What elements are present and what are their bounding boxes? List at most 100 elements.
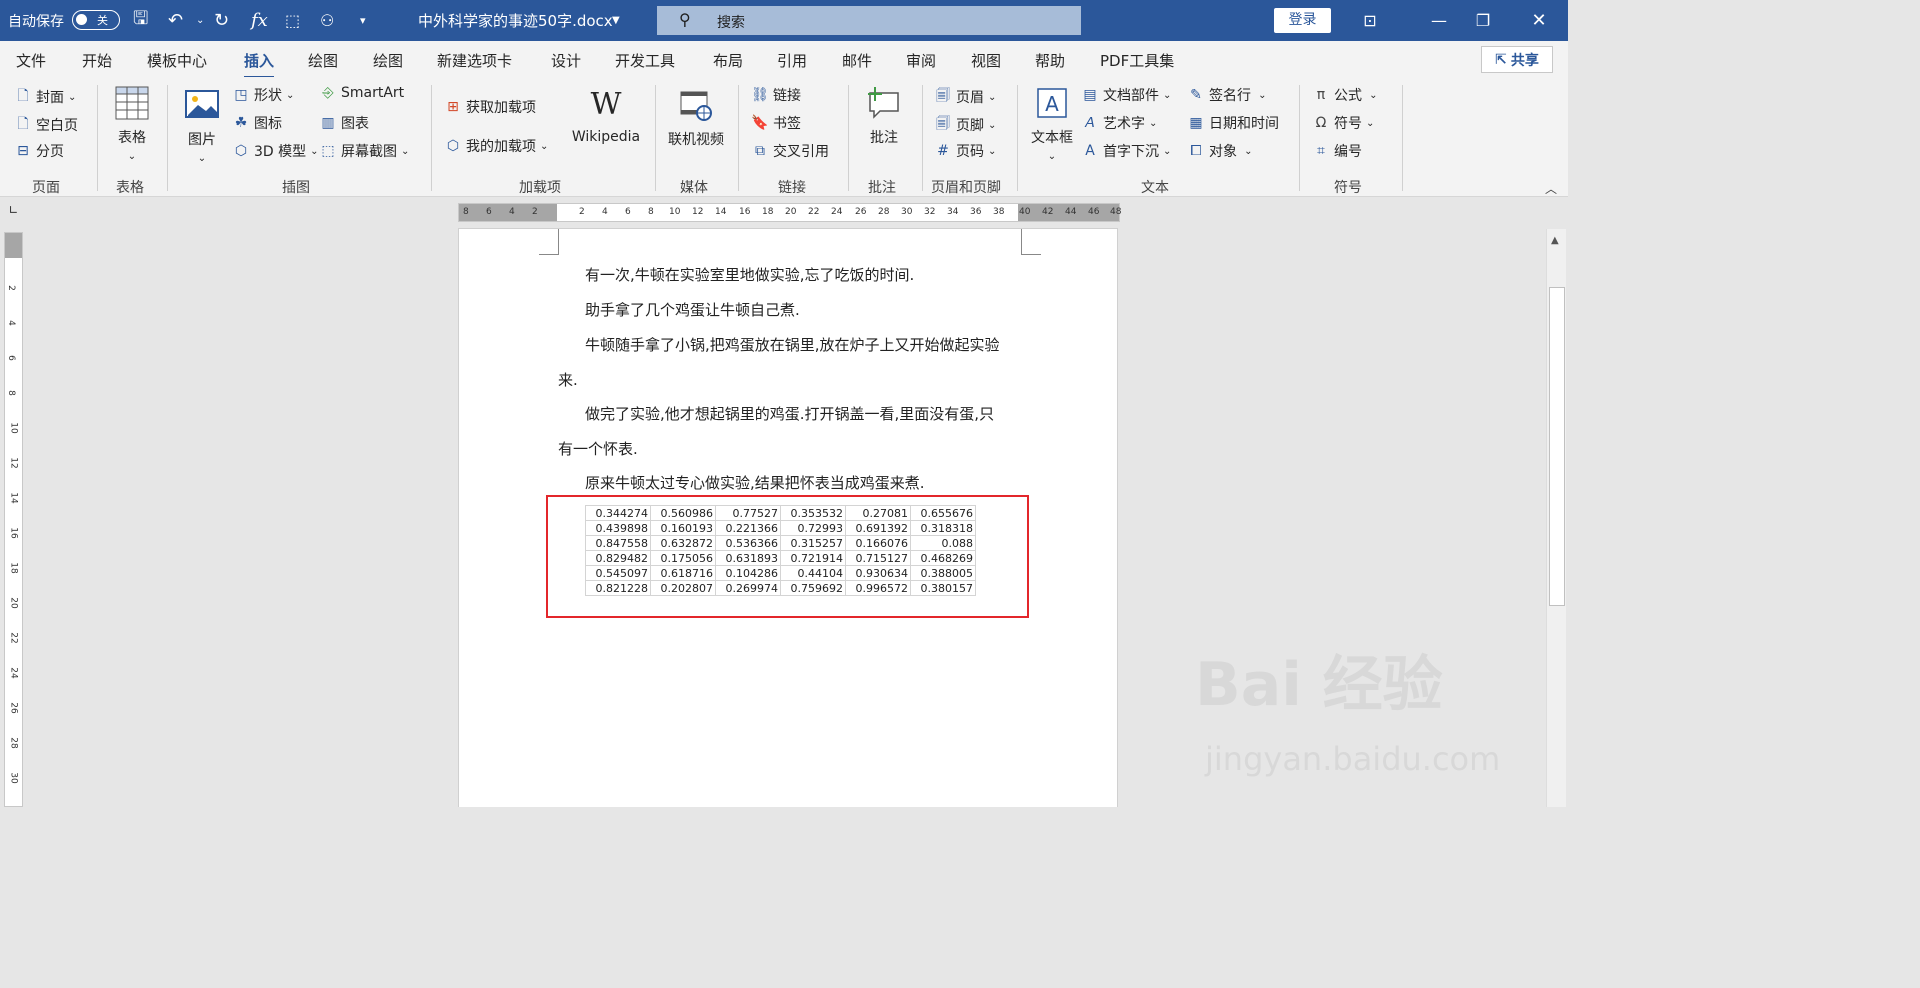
tab-design[interactable]: 设计 (551, 50, 581, 71)
table-button[interactable]: 表格 ⌄ (110, 85, 154, 163)
select-object-icon[interactable]: ⬚ (285, 0, 300, 41)
page-break-button[interactable]: ⊟ 分页 (14, 141, 64, 161)
comment-label: 批注 (870, 130, 898, 146)
shapes-button[interactable]: ◳ 形状 ⌄ (232, 85, 294, 105)
ribbon-display-icon[interactable]: ⊡ (1347, 0, 1393, 41)
page-number-button[interactable]: # 页码 ⌄ (934, 141, 996, 161)
divider (738, 85, 739, 191)
paragraph[interactable]: 助手拿了几个鸡蛋让牛顿自己煮. (585, 299, 800, 320)
ruler-tick: 18 (762, 207, 774, 217)
equation-button[interactable]: π 公式 ⌄ (1312, 85, 1378, 105)
horizontal-ruler[interactable]: 8 6 4 2 2 4 6 8 10 12 14 16 18 20 22 24 … (458, 203, 1121, 222)
cross-reference-button[interactable]: ⧉ 交叉引用 (751, 141, 829, 161)
online-video-button[interactable]: 联机视频 (664, 87, 728, 149)
wikipedia-button[interactable]: W Wikipedia (568, 87, 644, 145)
textbox-button[interactable]: A 文本框 ⌄ (1027, 85, 1077, 163)
picture-button[interactable]: 图片 ⌄ (180, 87, 224, 165)
paragraph[interactable]: 牛顿随手拿了小锅,把鸡蛋放在锅里,放在炉子上又开始做起实验 (585, 334, 1000, 355)
tab-draw-2[interactable]: 绘图 (373, 50, 403, 71)
cover-page-button[interactable]: 🗋 封面 ⌄ (14, 85, 76, 109)
blank-page-button[interactable]: 🗋 空白页 (14, 113, 78, 137)
quick-parts-button[interactable]: ▤ 文档部件 ⌄ (1081, 85, 1171, 105)
function-icon[interactable]: fx (251, 0, 268, 41)
3d-model-button[interactable]: ⬡ 3D 模型 ⌄ (232, 141, 319, 161)
share-button[interactable]: ⇱ 共享 (1481, 46, 1553, 73)
redo-icon[interactable]: ↻ (214, 0, 229, 41)
cover-icon: 🗋 (17, 88, 29, 104)
restore-icon[interactable]: ❐ (1460, 0, 1506, 41)
symbol-button[interactable]: Ω 符号 ⌄ (1312, 113, 1375, 133)
tab-references[interactable]: 引用 (777, 50, 807, 71)
tab-mailings[interactable]: 邮件 (842, 50, 872, 71)
header-button[interactable]: 🗐 页眉 ⌄ (934, 85, 996, 109)
paragraph[interactable]: 原来牛顿太过专心做实验,结果把怀表当成鸡蛋来煮. (585, 472, 925, 493)
group-text-label: 文本 (1141, 180, 1169, 196)
my-addins-button[interactable]: ⬡ 我的加载项 ⌄ (444, 136, 549, 156)
drop-cap-button[interactable]: A 首字下沉 ⌄ (1081, 141, 1171, 161)
save-icon[interactable]: 🖫 (133, 0, 148, 41)
bookmark-button[interactable]: 🔖 书签 (751, 113, 801, 133)
customize-qat-icon[interactable]: ▾ (360, 0, 366, 41)
divider (1402, 85, 1403, 191)
hierarchy-icon[interactable]: ⚇ (320, 0, 334, 41)
vertical-scrollbar[interactable]: ▲ (1546, 229, 1566, 807)
date-time-button[interactable]: ▦ 日期和时间 (1187, 113, 1279, 133)
menu-bar: 文件 开始 模板中心 插入 绘图 绘图 新建选项卡 设计 开发工具 布局 引用 … (0, 41, 1568, 79)
ruler-tick: 30 (8, 772, 19, 784)
icons-button[interactable]: ☘ 图标 (232, 113, 282, 133)
footer-button[interactable]: 🗐 页脚 ⌄ (934, 113, 996, 137)
tab-pdf-tools[interactable]: PDF工具集 (1100, 50, 1174, 71)
object-button[interactable]: ⧠ 对象 ⌄ (1187, 141, 1252, 161)
object-icon: ⧠ (1190, 143, 1202, 159)
tab-help[interactable]: 帮助 (1035, 50, 1065, 71)
collapse-ribbon-icon[interactable]: ︿ (1545, 180, 1557, 197)
tab-home[interactable]: 开始 (82, 50, 112, 71)
undo-icon[interactable]: ↶ (168, 0, 183, 41)
ruler-tick: 22 (808, 207, 820, 217)
my-addins-label: 我的加载项 (466, 139, 536, 155)
scrollbar-thumb[interactable] (1549, 287, 1565, 606)
vertical-ruler[interactable]: 2 4 6 8 10 12 14 16 18 20 22 24 26 28 30 (4, 232, 23, 807)
smartart-button[interactable]: ⎆ SmartArt (319, 85, 404, 101)
close-icon[interactable]: ✕ (1516, 0, 1562, 41)
tab-layout[interactable]: 布局 (713, 50, 743, 71)
paragraph[interactable]: 有一个怀表. (558, 438, 638, 459)
ruler-tick: 2 (5, 285, 16, 291)
login-button[interactable]: 登录 (1274, 8, 1331, 33)
undo-dropdown-icon[interactable]: ⌄ (196, 0, 204, 41)
wordart-icon: 𝘈 (1085, 115, 1095, 131)
tab-file[interactable]: 文件 (16, 50, 46, 71)
tab-view[interactable]: 视图 (971, 50, 1001, 71)
tab-selector-icon[interactable]: ∟ (4, 203, 23, 222)
document-title[interactable]: 中外科学家的事迹50字.docx (418, 0, 613, 41)
object-label: 对象 (1209, 144, 1237, 160)
tab-review[interactable]: 审阅 (906, 50, 936, 71)
paragraph[interactable]: 来. (558, 369, 578, 390)
textbox-icon: A (1037, 88, 1067, 118)
link-button[interactable]: ⛓ 链接 (751, 85, 801, 105)
numbering-button[interactable]: ⌗ 编号 (1312, 141, 1362, 161)
tab-draw-1[interactable]: 绘图 (308, 50, 338, 71)
scroll-up-icon[interactable]: ▲ (1551, 235, 1559, 246)
paragraph[interactable]: 有一次,牛顿在实验室里地做实验,忘了吃饭的时间. (585, 264, 914, 285)
ruler-tick: 28 (878, 207, 890, 217)
tab-developer[interactable]: 开发工具 (615, 50, 675, 71)
group-links-label: 链接 (778, 180, 806, 196)
tab-insert[interactable]: 插入 (244, 50, 275, 79)
quick-parts-icon: ▤ (1083, 87, 1097, 103)
signature-line-button[interactable]: ✎ 签名行 ⌄ (1187, 85, 1266, 105)
minimize-icon[interactable]: — (1416, 0, 1462, 41)
tab-template-center[interactable]: 模板中心 (147, 50, 207, 71)
paragraph[interactable]: 做完了实验,他才想起锅里的鸡蛋.打开锅盖一看,里面没有蛋,只 (585, 403, 994, 424)
title-dropdown-icon[interactable]: ▼ (612, 0, 620, 41)
autosave-toggle[interactable]: 关 (72, 10, 120, 30)
search-box[interactable]: ⚲ 搜索 (657, 6, 1081, 35)
chart-button[interactable]: ▥ 图表 (319, 113, 369, 133)
tab-new-tab[interactable]: 新建选项卡 (437, 50, 512, 71)
get-addins-button[interactable]: ⊞ 获取加载项 (444, 97, 536, 117)
comment-button[interactable]: 批注 (858, 85, 910, 147)
divider (655, 85, 656, 191)
ruler-tick: 20 (785, 207, 797, 217)
wordart-button[interactable]: 𝘈 艺术字 ⌄ (1081, 113, 1157, 133)
screenshot-button[interactable]: ⬚ 屏幕截图 ⌄ (319, 141, 409, 161)
